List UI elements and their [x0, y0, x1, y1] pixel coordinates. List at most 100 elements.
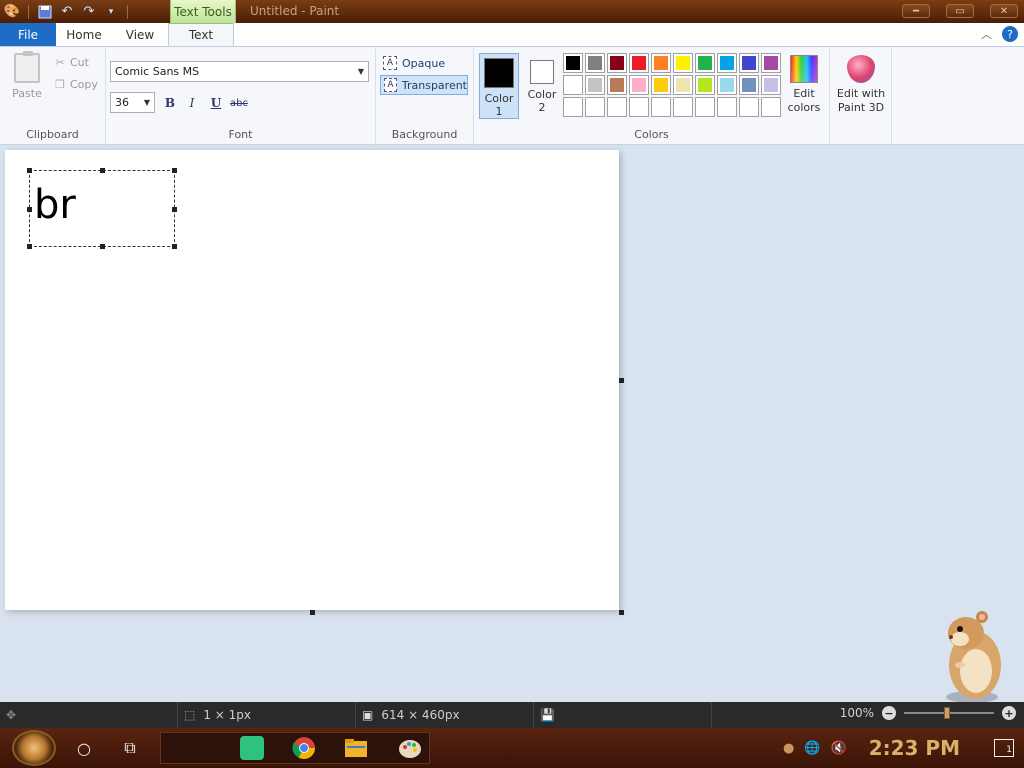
- font-size-value: 36: [115, 96, 129, 109]
- chrome-icon[interactable]: [292, 736, 316, 760]
- palette-swatch-fill: [742, 56, 756, 70]
- bold-button[interactable]: B: [161, 94, 179, 112]
- clock[interactable]: 2:23 PM: [869, 736, 960, 760]
- palette-swatch-8[interactable]: [739, 53, 759, 73]
- palette-swatch-26[interactable]: [695, 97, 715, 117]
- palette-swatch-29[interactable]: [761, 97, 781, 117]
- strikethrough-button[interactable]: abc: [230, 94, 248, 112]
- ribbon-tab-controls: ︿ ?: [981, 26, 1018, 42]
- tab-text[interactable]: Text: [168, 23, 234, 46]
- zoom-slider-thumb[interactable]: [944, 707, 950, 719]
- status-move-section: ✥: [0, 702, 178, 728]
- edit-colors-button[interactable]: Edit colors: [786, 53, 822, 115]
- palette-swatch-21[interactable]: [585, 97, 605, 117]
- network-icon[interactable]: 🌐: [804, 741, 820, 756]
- customize-qa-icon[interactable]: ▾: [103, 4, 119, 20]
- palette-swatch-12[interactable]: [607, 75, 627, 95]
- task-view-icon[interactable]: ⧉: [118, 736, 142, 760]
- text-box-content[interactable]: br: [34, 181, 76, 229]
- canvas-resize-handle-bottom[interactable]: [310, 610, 315, 615]
- palette-swatch-18[interactable]: [739, 75, 759, 95]
- palette-swatch-23[interactable]: [629, 97, 649, 117]
- paint-app-icon[interactable]: 🎨: [4, 4, 20, 20]
- textbox-handle[interactable]: [100, 168, 105, 173]
- notification-count: 1: [1006, 745, 1012, 755]
- palette-swatch-5[interactable]: [673, 53, 693, 73]
- textbox-handle[interactable]: [27, 244, 32, 249]
- font-family-dropdown[interactable]: Comic Sans MS ▼: [110, 61, 369, 82]
- status-size-section: ▣ 614 × 460px: [356, 702, 534, 728]
- palette-swatch-22[interactable]: [607, 97, 627, 117]
- palette-swatch-16[interactable]: [695, 75, 715, 95]
- palette-swatch-28[interactable]: [739, 97, 759, 117]
- palette-swatch-14[interactable]: [651, 75, 671, 95]
- action-center-icon[interactable]: 1: [994, 739, 1014, 757]
- font-size-dropdown[interactable]: 36 ▼: [110, 92, 155, 113]
- system-tray: ● 🌐 🔇 2:23 PM 1: [774, 728, 1024, 768]
- color2-button[interactable]: Color 2: [522, 53, 562, 119]
- textbox-handle[interactable]: [172, 207, 177, 212]
- start-button[interactable]: [12, 730, 56, 766]
- palette-swatch-25[interactable]: [673, 97, 693, 117]
- show-hidden-icons[interactable]: ●: [783, 741, 794, 756]
- canvas-resize-handle-right[interactable]: [619, 378, 624, 383]
- textbox-handle[interactable]: [172, 244, 177, 249]
- palette-swatch-27[interactable]: [717, 97, 737, 117]
- paint-taskbar-icon[interactable]: [398, 736, 422, 760]
- zoom-slider[interactable]: [904, 707, 994, 719]
- zoom-in-button[interactable]: +: [1002, 706, 1016, 720]
- sticky-notes-icon[interactable]: [240, 736, 264, 760]
- disk-icon: 💾: [540, 708, 555, 722]
- file-explorer-icon[interactable]: [344, 736, 368, 760]
- italic-button[interactable]: I: [183, 94, 201, 112]
- textbox-handle[interactable]: [100, 244, 105, 249]
- cortana-icon[interactable]: ○: [72, 736, 96, 760]
- palette-swatch-fill: [610, 56, 624, 70]
- palette-swatch-10[interactable]: [563, 75, 583, 95]
- palette-swatch-fill: [654, 56, 668, 70]
- color1-button[interactable]: Color 1: [479, 53, 519, 119]
- textbox-handle[interactable]: [27, 207, 32, 212]
- palette-swatch-24[interactable]: [651, 97, 671, 117]
- palette-swatch-9[interactable]: [761, 53, 781, 73]
- tab-home[interactable]: Home: [56, 23, 112, 46]
- palette-swatch-1[interactable]: [585, 53, 605, 73]
- palette-swatch-13[interactable]: [629, 75, 649, 95]
- maximize-button[interactable]: ▭: [946, 4, 974, 18]
- palette-swatch-4[interactable]: [651, 53, 671, 73]
- paste-button[interactable]: Paste: [10, 51, 44, 100]
- canvas-resize-handle-corner[interactable]: [619, 610, 624, 615]
- cut-button[interactable]: ✂ Cut: [54, 56, 89, 69]
- textbox-handle[interactable]: [172, 168, 177, 173]
- redo-icon[interactable]: ↷: [81, 4, 97, 20]
- help-icon[interactable]: ?: [1002, 26, 1018, 42]
- palette-swatch-6[interactable]: [695, 53, 715, 73]
- save-icon[interactable]: [37, 4, 53, 20]
- undo-icon[interactable]: ↶: [59, 4, 75, 20]
- color2-label: Color: [527, 88, 557, 101]
- underline-button[interactable]: U: [207, 94, 225, 112]
- minimize-button[interactable]: ━: [902, 4, 930, 18]
- cut-label: Cut: [70, 56, 89, 69]
- zoom-out-button[interactable]: −: [882, 706, 896, 720]
- tab-file[interactable]: File: [0, 23, 56, 46]
- transparent-option[interactable]: A Transparent: [380, 75, 468, 95]
- palette-swatch-2[interactable]: [607, 53, 627, 73]
- palette-swatch-17[interactable]: [717, 75, 737, 95]
- text-box[interactable]: br: [27, 168, 177, 249]
- close-button[interactable]: ✕: [990, 4, 1018, 18]
- palette-swatch-19[interactable]: [761, 75, 781, 95]
- palette-swatch-fill: [632, 56, 646, 70]
- palette-swatch-3[interactable]: [629, 53, 649, 73]
- tab-view[interactable]: View: [112, 23, 168, 46]
- opaque-option[interactable]: A Opaque: [380, 53, 468, 73]
- palette-swatch-0[interactable]: [563, 53, 583, 73]
- textbox-handle[interactable]: [27, 168, 32, 173]
- palette-swatch-15[interactable]: [673, 75, 693, 95]
- palette-swatch-11[interactable]: [585, 75, 605, 95]
- minimize-ribbon-icon[interactable]: ︿: [981, 26, 992, 42]
- copy-button[interactable]: ❐ Copy: [54, 78, 98, 91]
- volume-muted-icon[interactable]: 🔇: [831, 741, 847, 756]
- palette-swatch-20[interactable]: [563, 97, 583, 117]
- palette-swatch-7[interactable]: [717, 53, 737, 73]
